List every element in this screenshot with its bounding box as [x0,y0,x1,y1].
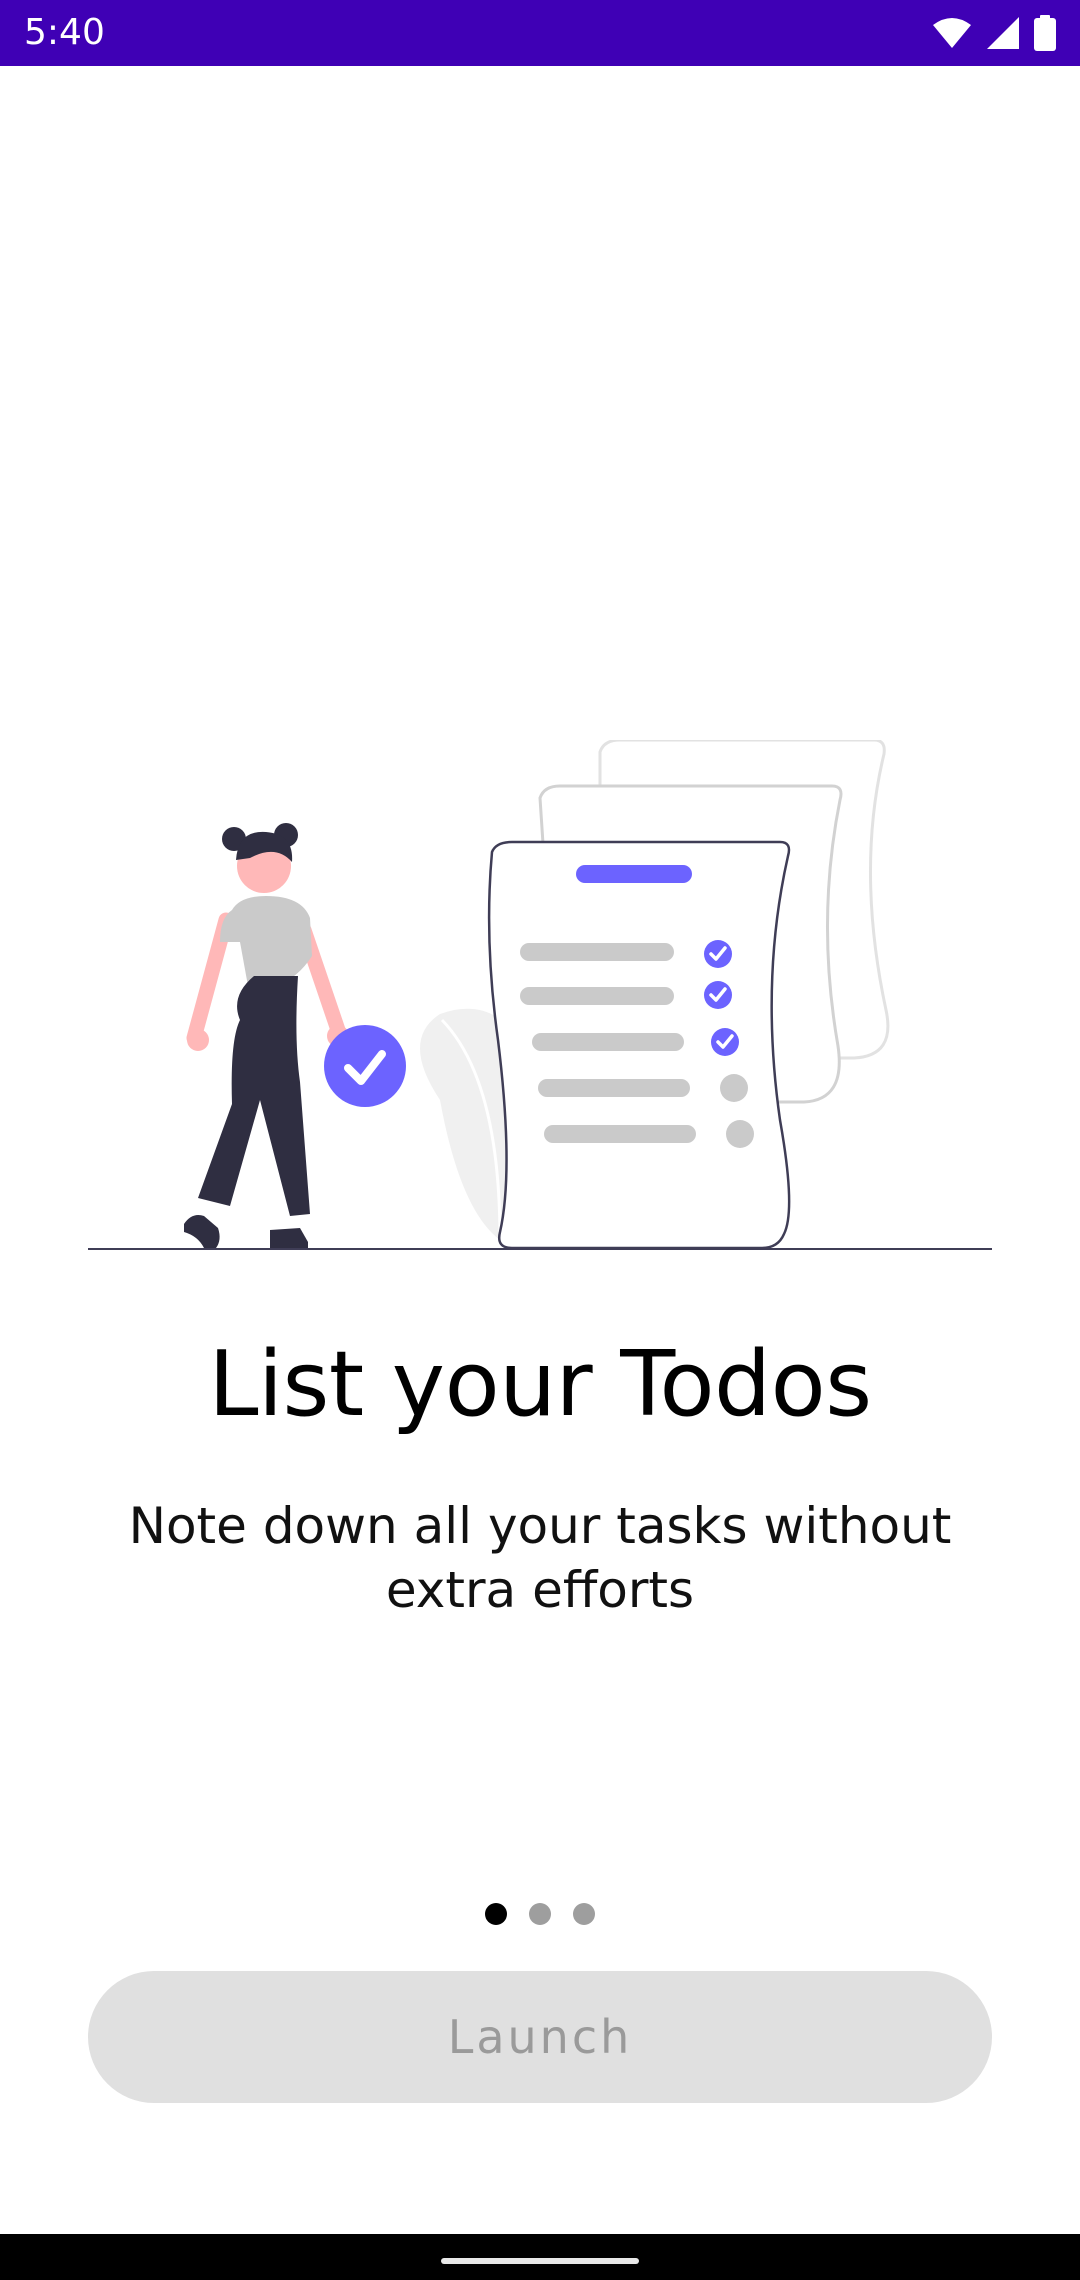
onboarding-screen: 5:40 List your Todos Note down all your … [0,0,1080,2280]
status-icons [932,14,1056,52]
page-indicator-dot[interactable] [529,1903,551,1925]
check-item-icon [704,940,732,968]
cellular-signal-icon [986,16,1020,50]
wifi-icon [932,17,972,49]
page-indicator-dot[interactable] [485,1903,507,1925]
status-time: 5:40 [24,12,105,53]
person-figure [184,823,349,1248]
page-indicator-dot[interactable] [573,1903,595,1925]
page-subtitle: Note down all your tasks without extra e… [128,1497,952,1619]
navigation-bar [0,2234,1080,2280]
page-title: List your Todos [208,1332,872,1437]
check-badge-icon [324,1025,406,1107]
status-bar: 5:40 [0,0,1080,66]
home-indicator[interactable] [441,2258,639,2264]
page-indicator [0,1903,1080,1925]
launch-button[interactable]: Launch [88,1971,992,2103]
check-item-icon [704,981,732,1009]
check-item-icon [711,1028,739,1056]
todo-list-illustration [80,738,1000,1260]
battery-icon [1034,15,1056,51]
